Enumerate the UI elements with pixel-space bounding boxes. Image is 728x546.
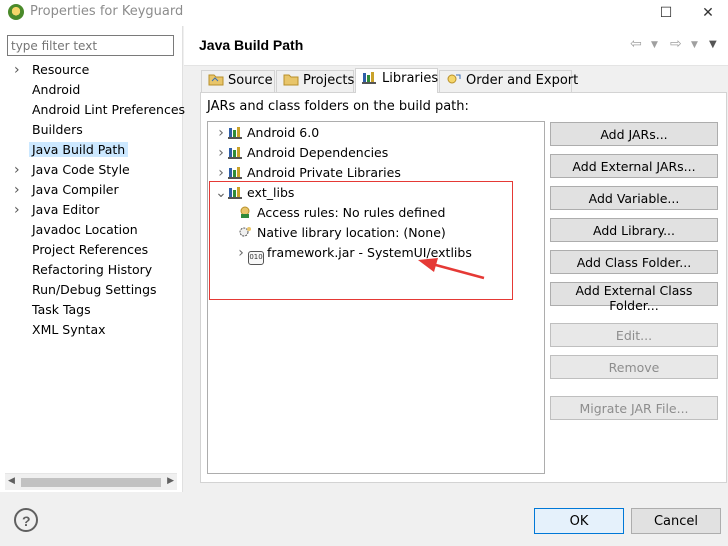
sidebar-item-label: Java Compiler [32,182,119,197]
library-icon [228,145,244,159]
sidebar-item-label: Java Editor [32,202,100,217]
chevron-right-icon[interactable]: › [14,200,28,220]
tab-projects[interactable]: Projects [276,70,354,92]
sidebar-item-label: Javadoc Location [32,222,138,237]
sidebar-item-label: Refactoring History [32,262,153,277]
sidebar-item[interactable]: Android Lint Preferences [14,100,185,120]
back-arrow-icon[interactable]: ⇦ [630,36,642,52]
add-class-folder-button[interactable]: Add Class Folder... [550,250,718,274]
sidebar-item[interactable]: Task Tags [14,300,180,320]
sidebar-item[interactable]: › Resource [14,60,180,80]
ok-button[interactable]: OK [534,508,624,534]
maximize-button[interactable]: ☐ [654,2,678,24]
tree-item-label: Android Dependencies [247,145,389,160]
sidebar-item-label: Java Build Path [29,142,129,157]
sidebar-item[interactable]: › Java Compiler [14,180,180,200]
add-external-class-folder-button[interactable]: Add External Class Folder... [550,282,718,313]
sidebar-item[interactable]: Run/Debug Settings [14,280,180,300]
tab-projects-label: Projects [303,73,355,88]
tree-item-label: Android Private Libraries [247,165,401,180]
close-button[interactable]: ✕ [696,2,720,24]
migrate-jar-button[interactable]: Migrate JAR File... [550,396,718,420]
sidebar-item-label: Android [32,82,81,97]
sidebar-item[interactable]: Javadoc Location [14,220,180,240]
projects-icon [283,72,299,86]
filter-input[interactable] [7,35,174,56]
sidebar-item-label: Run/Debug Settings [32,282,157,297]
build-path-label: JARs and class folders on the build path… [207,99,469,114]
sidebar-item-label: Builders [32,122,83,137]
sidebar-item[interactable]: Refactoring History [14,260,180,280]
tree-item[interactable]: › Android Dependencies [208,143,544,163]
scroll-right-icon[interactable]: ▶ [167,476,174,486]
source-folder-icon [208,72,224,86]
annotation-highlight-box [209,181,513,300]
chevron-right-icon[interactable]: › [14,60,28,80]
tab-source-label: Source [228,73,273,88]
tab-libraries[interactable]: Libraries [355,68,438,93]
sidebar-item[interactable]: Project References [14,240,180,260]
sidebar-item-label: Android Lint Preferences [32,102,186,117]
add-external-jars-button[interactable]: Add External JARs... [550,154,718,178]
forward-arrow-icon[interactable]: ⇨ [670,36,682,52]
add-variable-button[interactable]: Add Variable... [550,186,718,210]
app-icon [8,4,24,20]
forward-menu-chevron-icon[interactable]: ▼ [691,40,698,50]
view-menu-icon[interactable]: ▼ [709,39,717,50]
scroll-left-icon[interactable]: ◀ [8,476,15,486]
sidebar-item[interactable]: › Java Code Style [14,160,180,180]
tree-item[interactable]: › Android Private Libraries [208,163,544,183]
sidebar-item[interactable]: Java Build Path [14,140,180,160]
sidebar-item-label: XML Syntax [32,322,106,337]
library-icon [228,165,244,179]
add-jars-button[interactable]: Add JARs... [550,122,718,146]
tab-order-export-label: Order and Export [466,73,579,88]
horizontal-scrollbar[interactable]: ◀ ▶ [5,473,177,490]
add-library-button[interactable]: Add Library... [550,218,718,242]
edit-button[interactable]: Edit... [550,323,718,347]
tree-item[interactable]: › Android 6.0 [208,123,544,143]
chevron-right-icon[interactable]: › [14,160,28,180]
sidebar-item-label: Java Code Style [32,162,130,177]
sidebar-item[interactable]: Android [14,80,180,100]
tree-item-label: Android 6.0 [247,125,320,140]
help-button[interactable]: ? [14,508,38,532]
page-title: Java Build Path [199,37,304,53]
order-export-icon [446,72,462,86]
window-title: Properties for Keyguard [30,4,184,19]
back-menu-chevron-icon[interactable]: ▼ [651,40,658,50]
libraries-icon [362,70,378,84]
cancel-button[interactable]: Cancel [631,508,721,534]
chevron-right-icon[interactable]: › [214,123,228,143]
sidebar-item[interactable]: XML Syntax [14,320,180,340]
sidebar-item-label: Resource [32,62,90,77]
chevron-right-icon[interactable]: › [214,143,228,163]
sidebar-item[interactable]: Builders [14,120,180,140]
library-icon [228,125,244,139]
chevron-right-icon[interactable]: › [214,163,228,183]
sidebar-item-label: Task Tags [32,302,91,317]
annotation-arrow-icon [418,258,485,280]
tab-source[interactable]: Source [201,70,275,92]
remove-button[interactable]: Remove [550,355,718,379]
sidebar-item-label: Project References [32,242,149,257]
tab-libraries-label: Libraries [382,71,439,86]
chevron-right-icon[interactable]: › [14,180,28,200]
sidebar-item[interactable]: › Java Editor [14,200,180,220]
tab-order-export[interactable]: Order and Export [439,70,578,92]
scroll-thumb[interactable] [21,478,161,487]
